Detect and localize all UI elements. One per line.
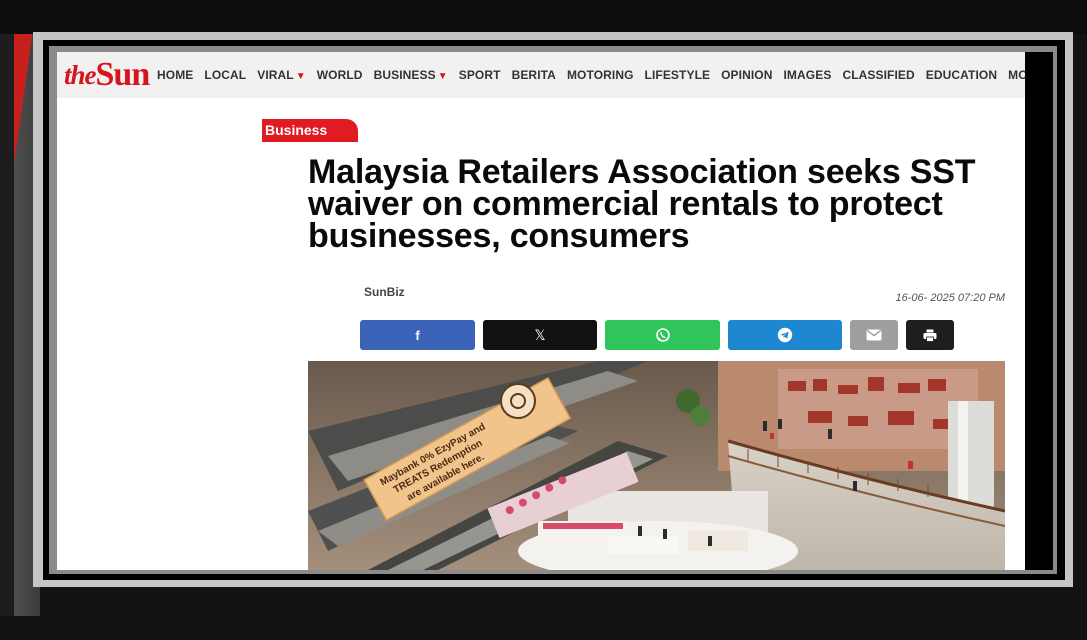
background-dark-stripe xyxy=(0,0,14,616)
dropdown-caret-icon: ▼ xyxy=(437,71,448,82)
nav-item-label: BERITA xyxy=(511,68,556,82)
nav-item-label: HOME xyxy=(157,68,194,82)
nav-item-motoring[interactable]: MOTORING xyxy=(567,68,634,82)
nav-item-classified[interactable]: CLASSIFIED xyxy=(842,68,914,82)
article-hero-image: Maybank 0% EzyPay and TREATS Redemption … xyxy=(308,361,1005,570)
nav-item-home[interactable]: HOME xyxy=(157,68,193,82)
nav-item-label: MOTORING xyxy=(566,68,634,82)
nav-item-images[interactable]: IMAGES xyxy=(783,68,831,82)
facebook-icon: f xyxy=(415,327,420,343)
logo-the: the xyxy=(64,60,97,90)
background-top-bar xyxy=(0,0,1087,34)
article-author[interactable]: SunBiz xyxy=(364,285,405,299)
article-date: 16-06- 2025 07:20 PM xyxy=(895,292,1005,304)
nav-item-label: LOCAL xyxy=(204,68,247,82)
nav-item-label: EDUCATION xyxy=(925,68,998,82)
nav-item-education[interactable]: EDUCATION xyxy=(926,68,997,82)
nav-item-sport[interactable]: SPORT xyxy=(459,68,501,82)
x-icon: 𝕏 xyxy=(534,326,546,343)
site-logo[interactable]: the Sun xyxy=(64,56,151,93)
logo-sun: Sun xyxy=(95,56,151,93)
nav-item-label: WORLD xyxy=(316,68,363,82)
email-icon xyxy=(866,329,882,341)
nav-item-label: VIRAL xyxy=(257,68,294,82)
nav-item-label: IMAGES xyxy=(783,68,832,82)
print-icon xyxy=(923,329,937,342)
share-x-button[interactable]: 𝕏 xyxy=(483,320,597,350)
share-email-button[interactable] xyxy=(850,320,898,350)
nav-item-lifestyle[interactable]: LIFESTYLE xyxy=(645,68,711,82)
main-menu: HOME LOCAL VIRAL ▼ WORLD BUSINESS ▼ SPORT BERITA… xyxy=(157,52,1025,98)
nav-item-label: MORE xyxy=(1008,68,1025,82)
nav-item-label: OPINION xyxy=(721,68,773,82)
top-navbar: the Sun HOME LOCAL VIRAL ▼ WORLD BUSINESS ▼ SPO… xyxy=(57,52,1025,98)
nav-item-berita[interactable]: BERITA xyxy=(512,68,556,82)
whatsapp-icon xyxy=(655,328,670,342)
nav-item-viral[interactable]: VIRAL ▼ xyxy=(257,68,306,82)
telegram-icon xyxy=(777,327,793,343)
webpage-screenshot: the Sun HOME LOCAL VIRAL ▼ WORLD BUSINESS ▼ SPO… xyxy=(57,52,1025,570)
nav-item-world[interactable]: WORLD xyxy=(317,68,363,82)
share-telegram-button[interactable] xyxy=(728,320,842,350)
share-facebook-button[interactable]: f xyxy=(360,320,475,350)
nav-item-business[interactable]: BUSINESS ▼ xyxy=(374,68,448,82)
dropdown-caret-icon: ▼ xyxy=(295,71,306,82)
category-badge[interactable]: Business xyxy=(262,119,358,142)
nav-item-local[interactable]: LOCAL xyxy=(204,68,246,82)
share-whatsapp-button[interactable] xyxy=(605,320,720,350)
nav-item-more[interactable]: MORE▼ xyxy=(1008,68,1025,82)
nav-item-label: LIFESTYLE xyxy=(644,68,711,82)
nav-item-label: SPORT xyxy=(458,68,501,82)
frame-right-shadow xyxy=(1025,52,1053,570)
nav-item-opinion[interactable]: OPINION xyxy=(721,68,772,82)
nav-item-label: CLASSIFIED xyxy=(842,68,915,82)
nav-item-label: BUSINESS xyxy=(373,68,436,82)
share-print-button[interactable] xyxy=(906,320,954,350)
article-headline: Malaysia Retailers Association seeks SST… xyxy=(308,153,976,255)
